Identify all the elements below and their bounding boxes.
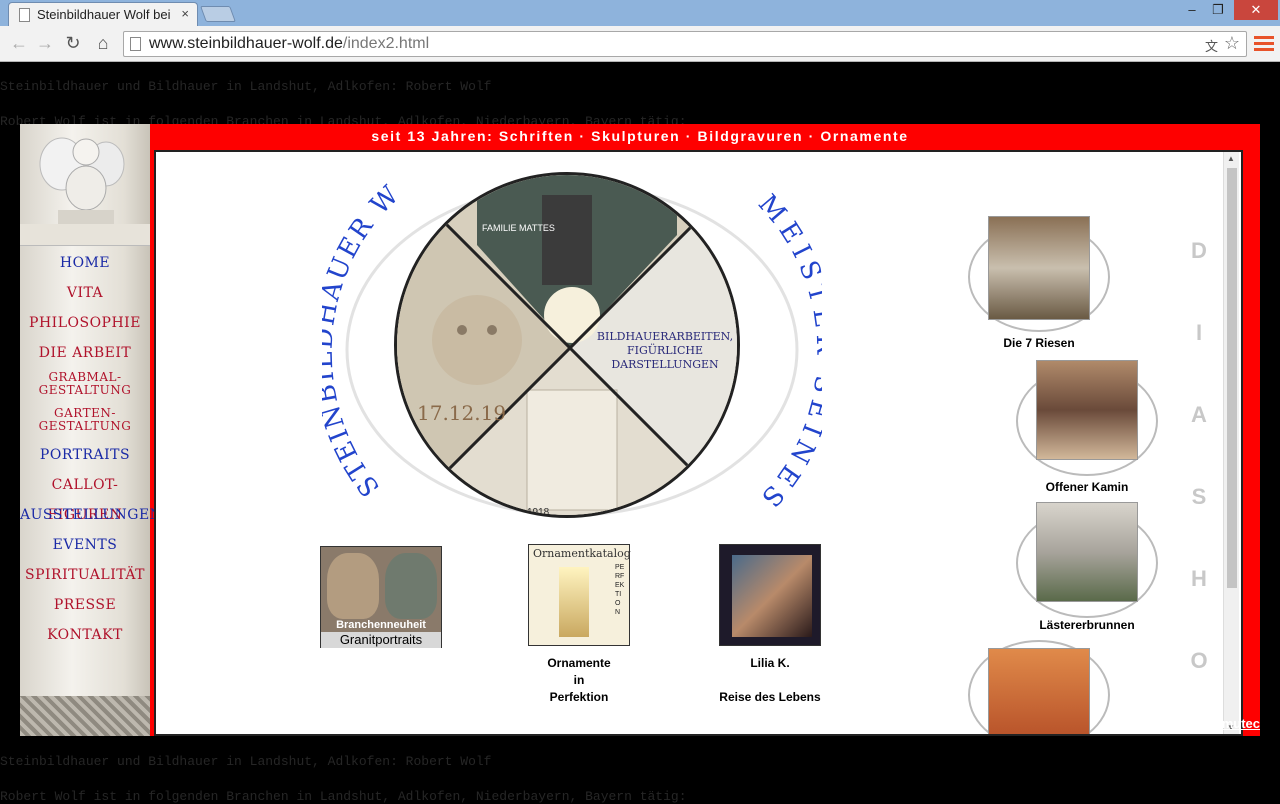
stone-date: 17.12.19 — [417, 401, 506, 425]
bracket-open: [ — [172, 716, 180, 731]
home-icon[interactable]: ⌂ — [92, 32, 114, 54]
lilia-caption-line1: Lilia K. — [750, 656, 790, 670]
showcase-circle[interactable]: FAMILIE MATTES 17.12.19 1918 BILDHAUERAR… — [394, 172, 740, 518]
page-icon — [130, 37, 141, 51]
tab-strip: Steinbildhauer Wolf bei × ‒ ❐ ✕ — [0, 0, 1280, 26]
lilia-caption-line2: Reise des Lebens — [719, 690, 821, 704]
nav-item-garten-gestaltung[interactable]: GARTEN- GESTALTUNG — [20, 404, 150, 440]
portrait-relief-right — [385, 553, 437, 619]
diashow-letter: I — [1195, 320, 1203, 345]
maximize-button[interactable]: ❐ — [1206, 0, 1230, 20]
impressum-link[interactable]: Impressum — [180, 716, 249, 731]
slogan-bar: seit 13 Jahren: Schriften · Skulpturen ·… — [371, 128, 909, 144]
tab-title: Steinbildhauer Wolf bei — [37, 7, 171, 22]
slide-7-riesen[interactable]: Die 7 Riesen — [968, 216, 1118, 356]
seo-text: Steinbildhauer und Bildhauer in Landshut… — [0, 754, 492, 769]
nav-item-ausstellungen[interactable]: AUSSTELLUNGEN — [20, 500, 162, 530]
forward-arrow-icon[interactable]: → — [34, 32, 56, 54]
showcase-segments: FAMILIE MATTES 17.12.19 1918 BILDHAUERAR… — [397, 175, 737, 515]
slide-image — [988, 648, 1090, 734]
nav-item-die-arbeit[interactable]: DIE ARBEIT — [20, 338, 150, 368]
nav-item-home[interactable]: HOME — [20, 248, 150, 278]
bookmark-star-icon[interactable]: ☆ — [1224, 33, 1240, 54]
portrait-relief-left — [327, 553, 379, 619]
web-page: Steinbildhauer und Bildhauer in Landshut… — [0, 62, 1280, 804]
slide-offener-kamin[interactable]: Offener Kamin — [1016, 360, 1166, 500]
stone-inscription: FAMILIE MATTES — [482, 223, 555, 233]
scroll-up-icon[interactable]: ▲ — [1227, 154, 1235, 163]
main-navigation: HOME VITA PHILOSOPHIE DIE ARBEIT GRABMAL- GE… — [20, 248, 162, 650]
ornamente-caption-line1: Ornamente — [547, 656, 611, 670]
nav-item-philosophie[interactable]: PHILOSOPHIE — [20, 308, 150, 338]
angel-statue-image — [39, 137, 125, 224]
nav-item-spiritualität[interactable]: SPIRITUALITÄT — [20, 560, 150, 590]
copyright-link[interactable]: (c) Semutec — [1186, 716, 1260, 731]
diashow-vertical-label: DIASHO — [1184, 236, 1214, 728]
menu-icon[interactable] — [1254, 33, 1274, 53]
slide-partial[interactable] — [968, 640, 1118, 734]
promo-title-1: Branchenneuheit — [336, 619, 426, 631]
center-label-line3: DARSTELLUNGEN — [611, 358, 719, 371]
address-bar[interactable]: www.steinbildhauer-wolf.de/index2.html 文… — [123, 31, 1247, 57]
lilia-book-promo[interactable] — [719, 544, 821, 646]
nav-item-grabmal-gestaltung[interactable]: GRABMAL- GESTALTUNG — [20, 368, 150, 404]
book-side-text: PERFEKTION — [615, 564, 625, 616]
translate-icon[interactable]: 文 — [1205, 36, 1218, 55]
browser-toolbar: ← → ↻ ⌂ www.steinbildhauer-wolf.de/index… — [0, 26, 1280, 62]
reload-icon[interactable]: ↻ — [62, 32, 84, 54]
ornamentkatalog-promo[interactable]: Ornamentkatalog PERFEKTION — [528, 544, 631, 646]
close-window-button[interactable]: ✕ — [1234, 0, 1278, 20]
granitportraits-promo[interactable]: Branchenneuheit Granitportraits — [320, 546, 442, 648]
bracket-close: ] — [249, 716, 258, 731]
nav-item-kontakt[interactable]: KONTAKT — [20, 620, 150, 650]
page-icon — [19, 8, 30, 22]
diashow-letter: H — [1191, 566, 1207, 591]
url-path: /index2.html — [342, 35, 430, 52]
content-scrollbar[interactable]: ▲ ▼ — [1223, 152, 1239, 734]
ornamente-caption-line2: in — [573, 673, 585, 687]
slide-label: Offener Kamin — [1045, 480, 1129, 494]
slide-label: Die 7 Riesen — [1003, 336, 1075, 350]
book-corridor-image — [559, 567, 589, 637]
center-label-line2: FIGÜRLICHE — [627, 343, 703, 357]
slide-image — [988, 216, 1090, 320]
url-text[interactable]: www.steinbildhauer-wolf.de/index2.html — [149, 35, 429, 53]
slide-image — [1036, 360, 1138, 460]
nav-item-vita[interactable]: VITA — [20, 278, 150, 308]
diashow-letter: D — [1191, 238, 1207, 263]
slide-image — [1036, 502, 1138, 602]
seo-text: Robert Wolf ist in folgenden Branchen in… — [0, 789, 687, 804]
pillar-capital — [20, 224, 150, 246]
browser-chrome: Steinbildhauer Wolf bei × ‒ ❐ ✕ ← → ↻ ⌂ … — [0, 0, 1280, 62]
nav-item-portraits[interactable]: PORTRAITS — [20, 440, 150, 470]
site-frame: seit 13 Jahren: Schriften · Skulpturen ·… — [20, 124, 1260, 736]
book-cover-image — [732, 555, 812, 637]
book-title: Ornamentkatalog — [533, 547, 631, 560]
content-panel: STEINBILDHAUER WOLF MEISTER SEINES FACHS — [154, 150, 1243, 736]
diashow-letter: A — [1191, 402, 1207, 427]
seo-text: Steinbildhauer und Bildhauer in Landshut… — [0, 79, 492, 94]
slide-label: Lästererbrunnen — [1039, 618, 1135, 632]
browser-tab[interactable]: Steinbildhauer Wolf bei × — [8, 2, 198, 26]
url-host: www.steinbildhauer-wolf.de — [149, 35, 343, 52]
ornamente-caption[interactable]: Ornamente in Perfektion — [528, 656, 630, 704]
promo-title-2: Granitportraits — [321, 632, 441, 648]
center-label-line1: BILDHAUERARBEITEN, — [597, 330, 733, 343]
nav-item-events[interactable]: EVENTS — [20, 530, 150, 560]
lilia-caption[interactable]: Lilia K. Reise des Lebens — [696, 656, 844, 704]
nav-item-callot-figuren[interactable]: CALLOT-FIGUREN — [20, 470, 150, 523]
back-arrow-icon[interactable]: ← — [8, 32, 30, 54]
new-tab-button[interactable] — [200, 6, 236, 22]
impressum-link-wrapper: [ Impressum ] — [172, 716, 257, 731]
pillar-base — [20, 696, 150, 736]
scroll-thumb[interactable] — [1227, 168, 1237, 588]
diashow-letter: S — [1191, 484, 1207, 509]
nav-item-presse[interactable]: PRESSE — [20, 590, 150, 620]
tab-close-icon[interactable]: × — [181, 6, 189, 21]
ornamente-caption-line3: Perfektion — [549, 690, 609, 704]
minimize-button[interactable]: ‒ — [1180, 0, 1204, 20]
pillar-sidebar: HOME VITA PHILOSOPHIE DIE ARBEIT GRABMAL- GE… — [20, 124, 162, 736]
slide-laestererbrunnen[interactable]: Lästererbrunnen — [1016, 502, 1166, 642]
